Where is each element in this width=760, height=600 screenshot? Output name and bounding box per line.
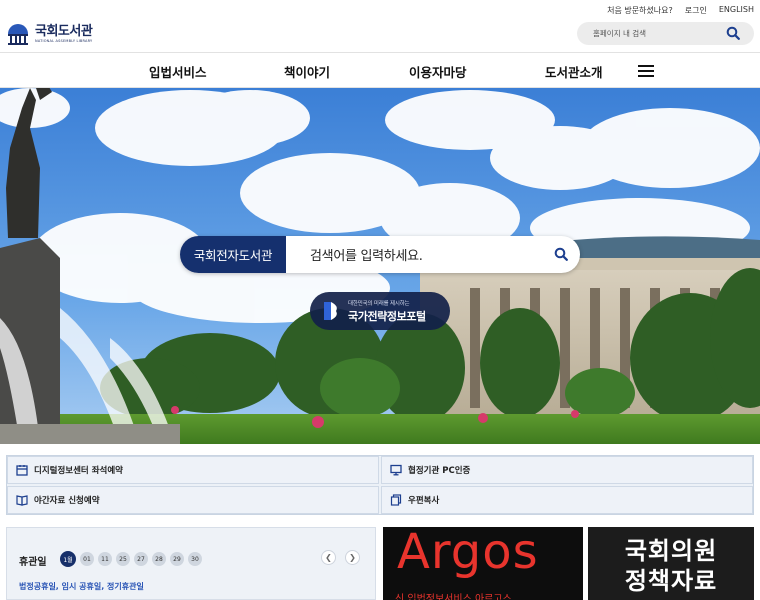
closed-day: 29 (170, 552, 184, 566)
login-link[interactable]: 로그인 (685, 5, 707, 16)
closed-day: 28 (152, 552, 166, 566)
quick-menu-label: 야간자료 신청예약 (34, 496, 100, 506)
nav-book-story[interactable]: 책이야기 (284, 62, 330, 81)
nav-user-plaza[interactable]: 이용자마당 (409, 62, 467, 81)
nav-library-intro[interactable]: 도서관소개 (545, 62, 603, 81)
policy-materials-banner[interactable]: 국회의원 정책자료 (588, 527, 754, 600)
copy-icon (390, 494, 402, 506)
quick-menu-label: 디지털정보센터 좌석예약 (34, 466, 123, 476)
site-search-placeholder: 홈페이지 내 검색 (593, 29, 647, 38)
site-logo[interactable]: 국회도서관 NATIONAL ASSEMBLY LIBRARY (6, 20, 106, 48)
quick-menu: 디지털정보센터 좌석예약 협정기관 PC인증 야간자료 신청예약 우편복사 (6, 455, 754, 515)
seat-reservation-button[interactable]: 디지털정보센터 좌석예약 (7, 456, 379, 484)
closed-day: 01 (80, 552, 94, 566)
english-link[interactable]: ENGLISH (719, 5, 754, 16)
quick-menu-label: 협정기관 PC인증 (408, 466, 471, 476)
assembly-emblem-icon (8, 24, 28, 45)
mail-copy-button[interactable]: 우편복사 (381, 486, 753, 514)
policy-banner-line2: 정책자료 (624, 567, 718, 595)
portal-name: 국가전략정보포털 (348, 309, 426, 323)
closed-day: 30 (188, 552, 202, 566)
book-icon (16, 495, 28, 506)
digital-library-label[interactable]: 국회전자도서관 (180, 236, 286, 273)
next-month-button[interactable]: ❯ (345, 550, 360, 565)
logo-subtitle: NATIONAL ASSEMBLY LIBRARY (35, 38, 93, 43)
main-navigation: 입법서비스 책이야기 이용자마당 도서관소개 (0, 52, 760, 88)
month-badge: 1월 (60, 551, 76, 567)
quick-menu-label: 우편복사 (408, 496, 440, 506)
argos-banner[interactable]: Argos 신 입법정보서비스 아르고스 (383, 527, 583, 600)
digital-library-search-input[interactable]: 검색어를 입력하세요. (286, 245, 423, 264)
hamburger-menu-icon[interactable] (638, 65, 654, 77)
portal-tagline: 대한민국의 미래를 제시하는 (348, 300, 410, 307)
national-strategy-portal-button[interactable]: 대한민국의 미래를 제시하는 국가전략정보포털 (310, 292, 450, 330)
closed-days-panel: 휴관일 1월 01 11 25 27 28 29 30 ❮ ❯ 법정공휴일, 임… (6, 527, 376, 600)
closed-days-note: 법정공휴일, 임시 공휴일, 정기휴관일 (19, 582, 144, 591)
hero-banner: 국회전자도서관 검색어를 입력하세요. 대한민국의 미래를 제시하는 국가전략정… (0, 88, 760, 444)
portal-logo-icon (324, 302, 337, 320)
logo-title: 국회도서관 (35, 23, 93, 39)
argos-title: Argos (397, 527, 539, 580)
nav-legislative-service[interactable]: 입법서비스 (149, 62, 207, 81)
closed-day: 27 (134, 552, 148, 566)
pc-certification-button[interactable]: 협정기관 PC인증 (381, 456, 753, 484)
argos-subtitle: 신 입법정보서비스 아르고스 (395, 594, 512, 600)
search-icon[interactable] (554, 247, 568, 261)
closed-day: 25 (116, 552, 130, 566)
digital-library-search[interactable]: 국회전자도서관 검색어를 입력하세요. (180, 236, 580, 273)
search-icon[interactable] (726, 26, 740, 40)
closed-days-list: 1월 01 11 25 27 28 29 30 (60, 551, 202, 567)
closed-days-title: 휴관일 (19, 557, 47, 568)
monitor-icon (390, 464, 402, 476)
closed-day: 11 (98, 552, 112, 566)
calendar-icon (16, 465, 28, 476)
first-visit-link[interactable]: 처음 방문하셨나요? (607, 5, 673, 16)
site-search-input[interactable]: 홈페이지 내 검색 (577, 22, 754, 45)
prev-month-button[interactable]: ❮ (321, 550, 336, 565)
utility-links: 처음 방문하셨나요? 로그인 ENGLISH (607, 5, 754, 16)
night-material-request-button[interactable]: 야간자료 신청예약 (7, 486, 379, 514)
